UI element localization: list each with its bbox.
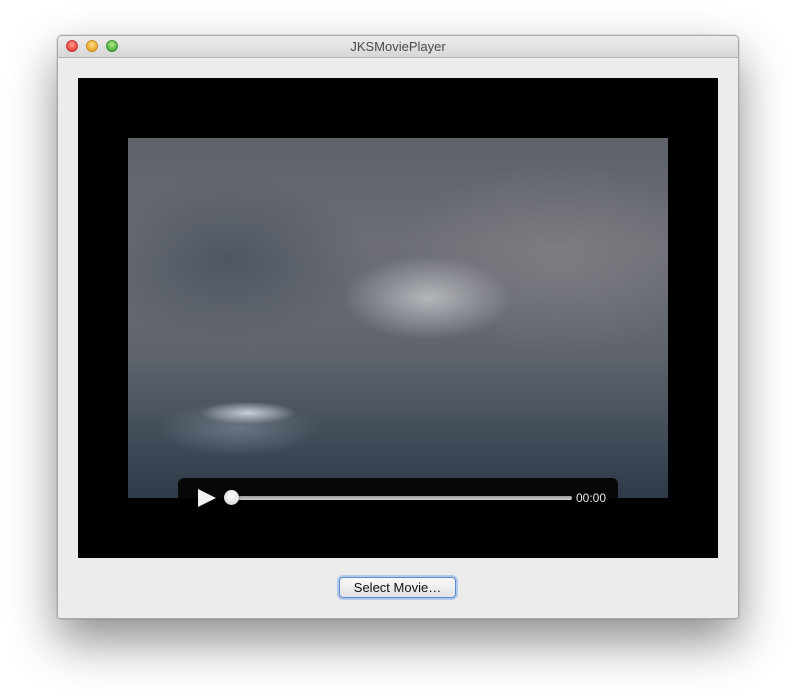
title-bar[interactable]: JKSMoviePlayer — [58, 36, 738, 58]
scrubber-knob[interactable] — [224, 490, 239, 505]
window-title: JKSMoviePlayer — [350, 39, 446, 54]
video-frame — [128, 138, 668, 498]
select-movie-button[interactable]: Select Movie… — [339, 577, 456, 598]
app-window: JKSMoviePlayer 00:00 Select Movie… — [57, 35, 739, 619]
play-icon[interactable] — [198, 489, 216, 507]
playback-controls: 00:00 — [178, 478, 618, 518]
elapsed-time: 00:00 — [576, 491, 607, 505]
movie-view[interactable]: 00:00 — [78, 78, 718, 558]
scrubber-track[interactable] — [232, 496, 572, 500]
